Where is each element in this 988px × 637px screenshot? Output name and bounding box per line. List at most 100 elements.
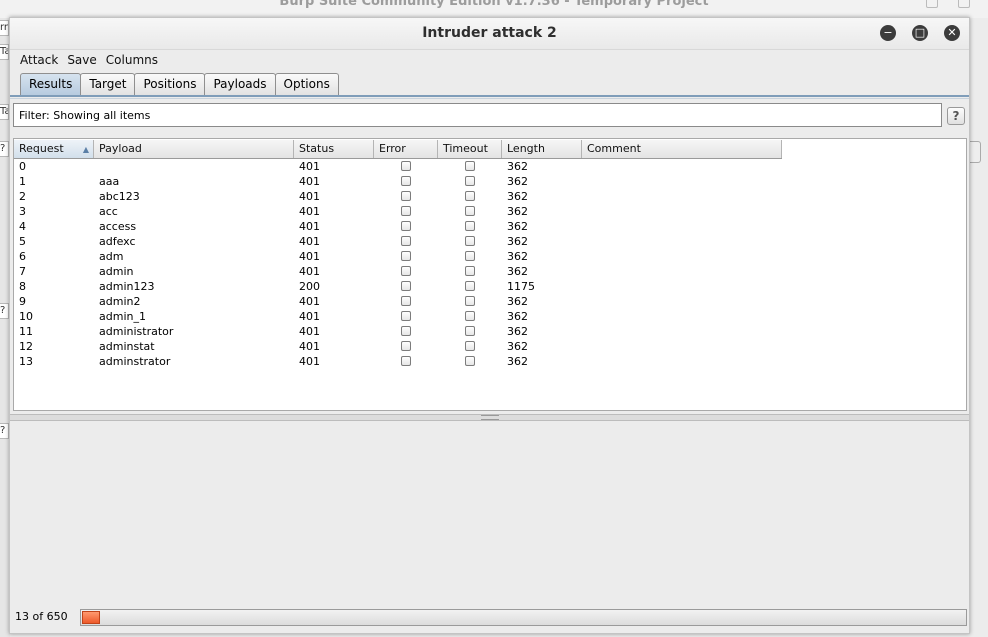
cell-timeout-checkbox — [465, 236, 475, 246]
menu-bar: Attack Save Columns — [10, 50, 969, 70]
cell-length: 362 — [507, 325, 528, 338]
menu-columns[interactable]: Columns — [101, 50, 162, 67]
cell-request: 3 — [19, 205, 26, 218]
close-icon[interactable]: ✕ — [944, 25, 960, 41]
cell-payload: administrator — [99, 325, 174, 338]
cell-length: 362 — [507, 220, 528, 233]
title-bar[interactable]: Intruder attack 2 − □ ✕ — [10, 18, 969, 50]
cell-length: 1175 — [507, 280, 535, 293]
cell-length: 362 — [507, 295, 528, 308]
cell-request: 13 — [19, 355, 33, 368]
column-header-status[interactable]: Status — [294, 140, 374, 158]
splitter-grip-icon[interactable] — [481, 415, 499, 420]
cell-timeout-checkbox — [465, 206, 475, 216]
table-row[interactable]: 8 admin123 200 1175 — [14, 279, 782, 294]
cell-status: 401 — [299, 220, 320, 233]
cell-timeout-checkbox — [465, 251, 475, 261]
cell-length: 362 — [507, 340, 528, 353]
cell-payload: admin123 — [99, 280, 155, 293]
help-icon[interactable]: ? — [947, 107, 965, 125]
table-row[interactable]: 0 401 362 — [14, 159, 782, 174]
cell-length: 362 — [507, 250, 528, 263]
cell-payload: adfexc — [99, 235, 136, 248]
cell-status: 200 — [299, 280, 320, 293]
cell-request: 9 — [19, 295, 26, 308]
column-header-request[interactable]: Request ▲ — [14, 140, 94, 158]
cell-timeout-checkbox — [465, 356, 475, 366]
cell-payload: admin_1 — [99, 310, 146, 323]
cell-timeout-checkbox — [465, 311, 475, 321]
bg-minimize-icon — [926, 0, 938, 8]
cell-length: 362 — [507, 160, 528, 173]
cell-status: 401 — [299, 175, 320, 188]
cell-length: 362 — [507, 190, 528, 203]
table-row[interactable]: 7 admin 401 362 — [14, 264, 782, 279]
intruder-attack-window: Intruder attack 2 − □ ✕ Attack Save Column… — [9, 17, 970, 634]
column-header-length[interactable]: Length — [502, 140, 582, 158]
table-row[interactable]: 5 adfexc 401 362 — [14, 234, 782, 249]
background-window-title: Burp Suite Community Edition v1.7.36 - T… — [0, 0, 988, 18]
column-header-payload[interactable]: Payload — [94, 140, 294, 158]
tab-underline-secondary — [10, 98, 969, 99]
cell-timeout-checkbox — [465, 161, 475, 171]
cell-timeout-checkbox — [465, 281, 475, 291]
cell-error-checkbox — [401, 356, 411, 366]
cell-status: 401 — [299, 265, 320, 278]
cell-length: 362 — [507, 235, 528, 248]
filter-bar[interactable]: Filter: Showing all items — [13, 103, 942, 127]
cell-error-checkbox — [401, 266, 411, 276]
cell-status: 401 — [299, 340, 320, 353]
cell-error-checkbox — [401, 161, 411, 171]
cell-status: 401 — [299, 235, 320, 248]
table-row[interactable]: 12 adminstat 401 362 — [14, 339, 782, 354]
cell-payload: access — [99, 220, 137, 233]
table-row[interactable]: 10 admin_1 401 362 — [14, 309, 782, 324]
cell-error-checkbox — [401, 341, 411, 351]
table-row[interactable]: 6 adm 401 362 — [14, 249, 782, 264]
table-row[interactable]: 4 access 401 362 — [14, 219, 782, 234]
tab-target[interactable]: Target — [80, 73, 136, 95]
minimize-icon[interactable]: − — [880, 25, 896, 41]
cell-status: 401 — [299, 325, 320, 338]
bg-help-fragment: ? — [0, 303, 9, 319]
tab-payloads[interactable]: Payloads — [204, 73, 276, 95]
cell-request: 6 — [19, 250, 26, 263]
cell-request: 10 — [19, 310, 33, 323]
cell-length: 362 — [507, 205, 528, 218]
cell-payload: adminstrator — [99, 355, 171, 368]
cell-payload: adminstat — [99, 340, 155, 353]
tab-underline — [10, 95, 969, 97]
table-row[interactable]: 2 abc123 401 362 — [14, 189, 782, 204]
cell-payload: acc — [99, 205, 118, 218]
sort-ascending-icon: ▲ — [82, 145, 89, 154]
table-row[interactable]: 13 adminstrator 401 362 — [14, 354, 782, 369]
column-header-error[interactable]: Error — [374, 140, 438, 158]
menu-save[interactable]: Save — [62, 50, 100, 67]
bg-help-fragment: ? — [0, 423, 9, 439]
progress-status: 13 of 650 — [15, 610, 68, 623]
cell-status: 401 — [299, 250, 320, 263]
table-row[interactable]: 11 administrator 401 362 — [14, 324, 782, 339]
cell-request: 11 — [19, 325, 33, 338]
column-header-comment[interactable]: Comment — [582, 140, 782, 158]
cell-request: 12 — [19, 340, 33, 353]
cell-length: 362 — [507, 355, 528, 368]
maximize-icon[interactable]: □ — [912, 25, 928, 41]
cell-error-checkbox — [401, 296, 411, 306]
table-row[interactable]: 3 acc 401 362 — [14, 204, 782, 219]
progress-bar — [80, 609, 967, 626]
cell-length: 362 — [507, 175, 528, 188]
tab-positions[interactable]: Positions — [134, 73, 206, 95]
cell-timeout-checkbox — [465, 221, 475, 231]
column-header-timeout[interactable]: Timeout — [438, 140, 502, 158]
tab-results[interactable]: Results — [20, 73, 82, 95]
cell-error-checkbox — [401, 236, 411, 246]
cell-request: 7 — [19, 265, 26, 278]
cell-error-checkbox — [401, 206, 411, 216]
menu-attack[interactable]: Attack — [10, 50, 62, 67]
tab-options[interactable]: Options — [274, 73, 339, 95]
bg-help-fragment: ? — [0, 141, 9, 157]
table-row[interactable]: 1 aaa 401 362 — [14, 174, 782, 189]
cell-status: 401 — [299, 355, 320, 368]
table-row[interactable]: 9 admin2 401 362 — [14, 294, 782, 309]
